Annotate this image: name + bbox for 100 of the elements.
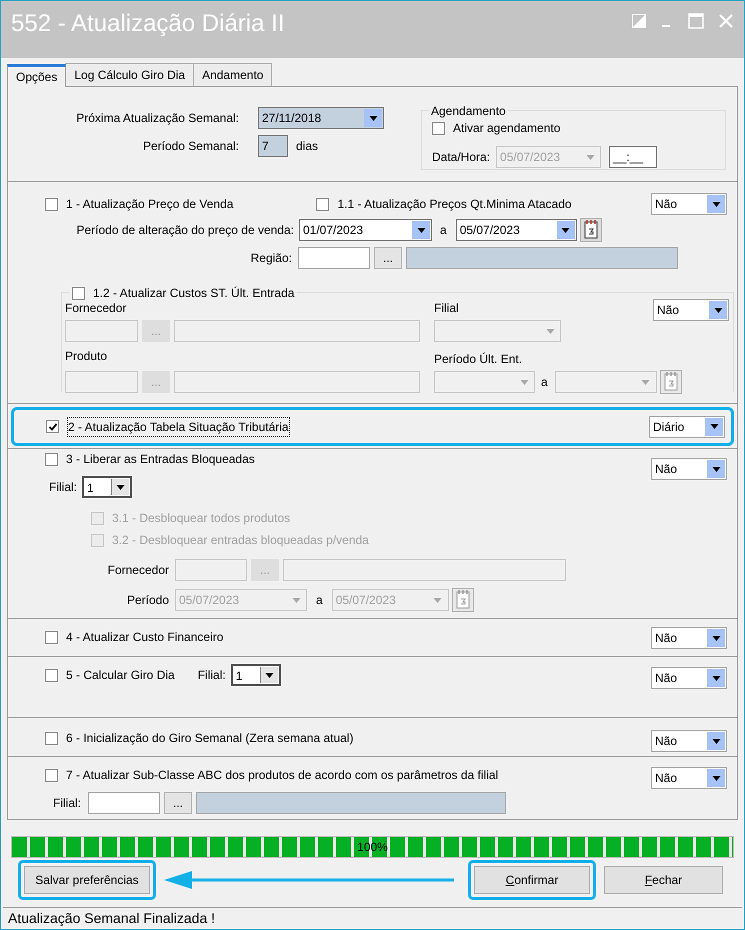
- checkbox-label[interactable]: 3 - Liberar as Entradas Bloqueadas: [66, 450, 255, 468]
- caret-icon: [561, 228, 570, 232]
- checkbox-label[interactable]: 2 - Atualização Tabela Situação Tributária: [67, 416, 290, 436]
- checkbox-label[interactable]: 1.1 - Atualização Preços Qt.Minima Atacado: [337, 195, 572, 213]
- caret-icon: [712, 636, 720, 640]
- field-label: Fornecedor: [65, 300, 126, 317]
- resize-icon[interactable]: [632, 14, 646, 28]
- caret-icon: [641, 380, 650, 384]
- caret-icon: [264, 672, 274, 678]
- maximize-icon[interactable]: [688, 13, 704, 29]
- checkbox[interactable]: [46, 420, 59, 433]
- dropdown[interactable]: Não: [653, 299, 729, 321]
- checkbox[interactable]: [316, 198, 330, 210]
- dropdown[interactable]: 27/11/2018: [258, 107, 384, 129]
- input-field[interactable]: [298, 247, 370, 269]
- caret-icon: [710, 424, 718, 429]
- tab[interactable]: Opções: [7, 64, 66, 87]
- dropdown[interactable]: Diário: [649, 416, 725, 438]
- caret-icon: [546, 328, 554, 334]
- field-label: Região:: [250, 250, 292, 267]
- caret-icon: [714, 308, 722, 312]
- dropdown[interactable]: [554, 371, 657, 393]
- field-label: a: [316, 592, 323, 609]
- dropdown[interactable]: Não: [651, 767, 727, 789]
- caret-icon: [292, 598, 300, 602]
- checkbox-label[interactable]: 1 - Atualização Preço de Venda: [66, 195, 234, 213]
- checkbox-label[interactable]: 5 - Calcular Giro Dia: [66, 666, 175, 684]
- caret-icon: [712, 738, 720, 744]
- field-label: Filial:: [49, 479, 78, 496]
- calendar-icon: [580, 218, 602, 242]
- tab[interactable]: Log Cálculo Giro Dia: [65, 63, 194, 86]
- field-label: Filial:: [53, 795, 82, 812]
- input-field[interactable]: [175, 559, 247, 581]
- checkbox[interactable]: [72, 286, 85, 300]
- status-text: Atualização Semanal Finalizada !: [8, 909, 216, 928]
- field-label: Período Últ. Ent.: [434, 351, 522, 368]
- dropdown[interactable]: Não: [651, 627, 727, 649]
- dropdown[interactable]: Não: [651, 193, 727, 215]
- time-field[interactable]: __:__: [609, 146, 658, 168]
- caret-icon: [416, 228, 426, 232]
- caret-icon: [368, 116, 378, 120]
- checkbox[interactable]: [45, 768, 58, 782]
- checkbox[interactable]: [45, 452, 58, 466]
- input-field[interactable]: [196, 792, 506, 814]
- dropdown[interactable]: 1: [230, 664, 281, 686]
- field-label: Próxima Atualização Semanal:: [75, 110, 239, 127]
- checkbox-label[interactable]: 7 - Atualizar Sub-Classe ABC dos produtos de acordo com os parâmetros da filial: [66, 766, 498, 784]
- dropdown[interactable]: 1: [82, 476, 132, 498]
- button[interactable]: Fechar: [604, 866, 723, 894]
- checkbox-label[interactable]: 6 - Inicialização do Giro Semanal (Zera semana atual): [66, 729, 354, 747]
- field-label: Produto: [65, 348, 108, 365]
- input-field[interactable]: [174, 371, 420, 393]
- checkbox-label[interactable]: Ativar agendamento: [453, 119, 560, 137]
- checkbox[interactable]: [45, 198, 58, 210]
- checkbox[interactable]: [45, 732, 58, 744]
- window-title: 552 - Atualização Diária II: [11, 9, 284, 39]
- field-label: Período de alteração do preço de venda:: [76, 222, 294, 239]
- tab[interactable]: Andamento: [193, 63, 272, 86]
- checkbox[interactable]: [45, 630, 58, 644]
- field-label: Fornecedor: [106, 562, 169, 579]
- field-label: a: [440, 222, 447, 239]
- browse-button[interactable]: ...: [164, 792, 192, 814]
- dropdown[interactable]: Não: [651, 667, 727, 689]
- close-icon[interactable]: [718, 13, 734, 29]
- input-field[interactable]: [65, 371, 138, 393]
- dropdown[interactable]: 05/07/2023: [456, 219, 577, 241]
- checkbox-label[interactable]: 4 - Atualizar Custo Financeiro: [66, 628, 224, 646]
- caret-icon: [712, 466, 720, 472]
- field-label: a: [541, 374, 548, 391]
- input-field[interactable]: [88, 792, 160, 814]
- dropdown[interactable]: 01/07/2023: [299, 219, 432, 241]
- caret-icon: [712, 776, 720, 780]
- field-label: Data/Hora:: [432, 149, 490, 166]
- caret-icon: [520, 380, 528, 384]
- input-field[interactable]: [406, 247, 678, 269]
- dropdown[interactable]: Não: [651, 730, 727, 752]
- caret-icon: [433, 598, 442, 602]
- field-label: Filial: [434, 300, 459, 317]
- button[interactable]: Confirmar: [474, 866, 590, 894]
- dropdown[interactable]: [434, 371, 535, 393]
- caret-icon: [586, 154, 595, 160]
- field-label: Período: [126, 592, 169, 609]
- calendar-icon: [660, 370, 682, 394]
- calendar-icon: [452, 588, 474, 612]
- caret-icon: [116, 484, 126, 490]
- button[interactable]: Salvar preferências: [24, 866, 150, 894]
- browse-button[interactable]: ...: [374, 247, 402, 269]
- input-field[interactable]: 7: [258, 135, 288, 157]
- caret-icon: [712, 676, 720, 680]
- input-field[interactable]: [174, 320, 420, 342]
- checkbox[interactable]: [432, 122, 445, 134]
- field-label: Filial:: [198, 667, 226, 684]
- field-label: Período Semanal:: [142, 138, 239, 155]
- caret-icon: [712, 202, 720, 206]
- field-label: dias: [296, 138, 318, 155]
- input-field[interactable]: [65, 320, 138, 342]
- checkbox-label[interactable]: 1.2 - Atualizar Custos ST. Últ. Entrada: [93, 284, 294, 302]
- dropdown[interactable]: Não: [651, 458, 727, 480]
- checkbox[interactable]: [45, 668, 58, 682]
- input-field[interactable]: [283, 559, 566, 581]
